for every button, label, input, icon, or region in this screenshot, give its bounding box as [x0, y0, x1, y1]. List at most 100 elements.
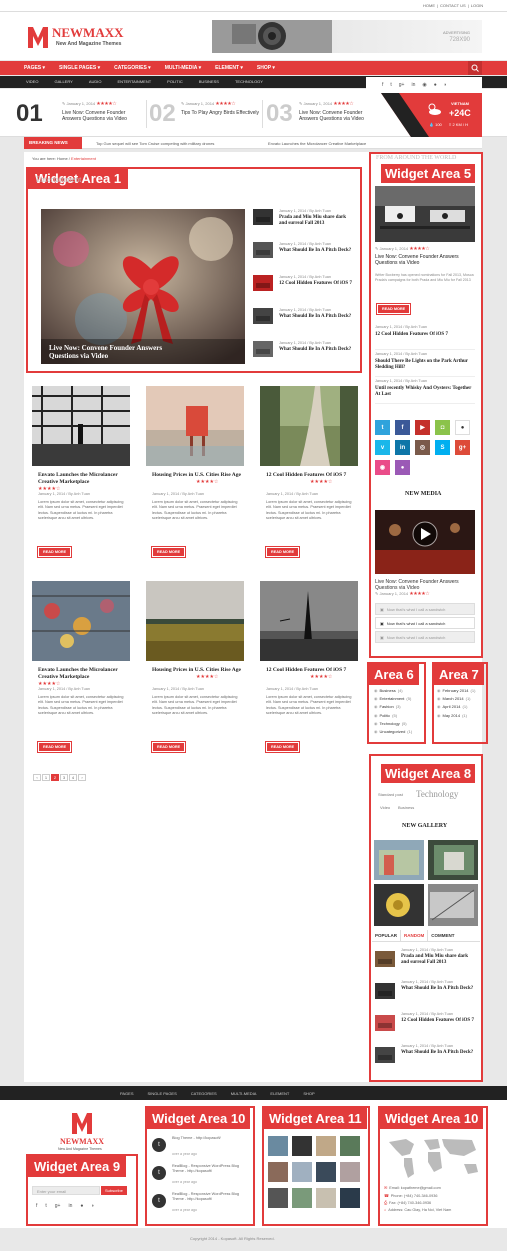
list-thumb[interactable] — [375, 1015, 395, 1031]
list-thumb[interactable] — [253, 275, 273, 291]
page-4[interactable]: 4 — [69, 774, 77, 781]
header-ad[interactable]: ADVERTISING 728X90 — [212, 20, 482, 53]
subnav-video[interactable]: VIDEO — [26, 79, 38, 84]
post-title[interactable]: Envato Launches the Microlancer Creative… — [38, 667, 130, 680]
newsletter-input[interactable]: Enter your email — [32, 1186, 100, 1195]
top-link-home[interactable]: HOME — [423, 3, 435, 8]
skype-icon[interactable]: S — [435, 440, 450, 455]
flickr-icon[interactable]: ● — [434, 82, 437, 88]
nav-search-button[interactable] — [468, 61, 482, 75]
list-item[interactable]: January 1, 2014 / By Anh Tuan Prada and M… — [253, 209, 357, 239]
list-item[interactable]: January 1, 2014 / By Anh Tuan What Should… — [253, 308, 357, 338]
vimeo-icon[interactable]: v — [375, 440, 390, 455]
post-image[interactable] — [146, 386, 244, 466]
top-link-contact[interactable]: CONTACT US — [440, 3, 466, 8]
read-more-button[interactable]: READ MORE — [150, 546, 187, 558]
list-thumb[interactable] — [253, 308, 273, 324]
read-more-button[interactable]: READ MORE — [150, 741, 187, 753]
footer-nav-element[interactable]: ELEMENT — [270, 1091, 289, 1096]
page-2[interactable]: 2 — [51, 774, 59, 781]
read-more-button[interactable]: READ MORE — [264, 741, 301, 753]
list-item-title[interactable]: What Should Be In A Pitch Deck? — [279, 248, 355, 254]
nav-shop[interactable]: SHOP ▾ — [257, 65, 275, 71]
tag-standard-post[interactable]: Standard post — [378, 792, 403, 797]
post-image[interactable] — [260, 386, 358, 466]
twitter-icon[interactable]: t — [152, 1138, 166, 1152]
sidebar5-image[interactable] — [375, 186, 475, 242]
category-item[interactable]: ◉ Fashion (3) — [374, 704, 424, 709]
playlist-item[interactable]: ▣ Now that's what I call a sandwich — [375, 617, 475, 629]
read-more-button[interactable]: READ MORE — [36, 741, 73, 753]
list-item[interactable]: January 1, 2014 / By Anh Tuan 12 Cool Hid… — [375, 325, 475, 350]
list-item[interactable]: January 1, 2014 / By Anh Tuan What Should… — [253, 341, 357, 371]
subnav-technology[interactable]: TECHNOLOGY — [235, 79, 263, 84]
list-item[interactable]: January 1, 2014 / By Anh Tuan Prada and M… — [375, 948, 479, 978]
breadcrumb-home[interactable]: Home — [57, 156, 68, 161]
rss-icon[interactable]: ◗ — [444, 82, 447, 88]
nav-multi-media[interactable]: MULTI-MEDIA ▾ — [165, 65, 201, 71]
googleplus-icon[interactable]: g+ — [399, 82, 405, 88]
logo[interactable] — [26, 24, 50, 50]
list-thumb[interactable] — [253, 242, 273, 258]
post-image[interactable] — [146, 581, 244, 661]
list-thumb[interactable] — [375, 951, 395, 967]
read-more-button[interactable]: READ MORE — [36, 546, 73, 558]
category-item[interactable]: ◉ Business (4) — [374, 688, 424, 693]
archive-item[interactable]: ◉ February 2014 (1) — [437, 688, 487, 693]
list-thumb[interactable] — [253, 341, 273, 357]
sidebar5-title[interactable]: Live Now: Convene Founder Answers Questi… — [375, 254, 475, 266]
tab-popular[interactable]: POPULAR — [372, 930, 400, 941]
category-item[interactable]: ◉ Technology (5) — [374, 721, 424, 726]
post-title[interactable]: 12 Cool Hidden Features Of iOS 7 — [266, 667, 358, 674]
subnav-entertainment[interactable]: ENTERTAINMENT — [118, 79, 152, 84]
instagram-icon[interactable]: ◎ — [415, 440, 430, 455]
archive-item[interactable]: ◉ March 2014 (1) — [437, 696, 487, 701]
twitter-icon[interactable]: t — [390, 82, 391, 88]
tab-comment[interactable]: COMMENT — [428, 930, 457, 941]
subscribe-button[interactable]: Subscribe — [101, 1186, 127, 1195]
entertainment-main-title[interactable]: Live Now: Convene Founder Answers Questi… — [49, 344, 169, 360]
linkedin-icon[interactable]: in — [411, 82, 415, 88]
facebook-icon[interactable]: f — [395, 420, 410, 435]
playlist-item[interactable]: ▣ Now that's what I call a sandwich — [375, 603, 475, 615]
media-player[interactable] — [375, 510, 475, 574]
googleplus-icon[interactable]: g+ — [55, 1203, 61, 1209]
post-image[interactable] — [32, 386, 130, 466]
subnav-business[interactable]: BUSINESS — [199, 79, 219, 84]
nav-pages[interactable]: PAGES ▾ — [24, 65, 45, 71]
facebook-icon[interactable]: f — [36, 1203, 37, 1209]
subnav-politic[interactable]: POLITIC — [167, 79, 183, 84]
android-icon[interactable]: ◘ — [435, 420, 450, 435]
page-1[interactable]: 1 — [42, 774, 50, 781]
footer-nav-shop[interactable]: SHOP — [303, 1091, 314, 1096]
list-item[interactable]: January 1, 2014 / By Anh Tuan What Should… — [253, 242, 357, 272]
googleplus-icon[interactable]: g+ — [455, 440, 470, 455]
flickr-icon[interactable]: ● — [395, 460, 410, 475]
footer-nav-single[interactable]: SINGLE PAGES — [148, 1091, 177, 1096]
twitter-icon[interactable]: t — [375, 420, 390, 435]
playlist-item[interactable]: ▣ Now that's what I call a sandwich — [375, 631, 475, 643]
top-link-login[interactable]: LOGIN — [471, 3, 483, 8]
twitter-icon[interactable]: t — [152, 1166, 166, 1180]
breaking-item-2[interactable]: Envato Launches the Microlancer Creative… — [268, 141, 366, 146]
list-item[interactable]: January 1, 2014 / By Anh Tuan 12 Cool Hid… — [375, 1012, 479, 1042]
list-item-title[interactable]: What Should Be In A Pitch Deck? — [279, 314, 355, 320]
list-item[interactable]: January 1, 2014 / By Anh Tuan What Should… — [375, 980, 479, 1010]
featured-item-2[interactable]: 02 ✎ January 1, 2014 ★★★★☆ Tips To Play … — [146, 100, 262, 128]
list-item-title[interactable]: 12 Cool Hidden Features Of iOS 7 — [279, 281, 355, 287]
archive-item[interactable]: ◉ May 2014 (1) — [437, 713, 487, 718]
list-thumb[interactable] — [375, 1047, 395, 1063]
dribbble-icon[interactable]: ◉ — [375, 460, 390, 475]
nav-single-pages[interactable]: SINGLE PAGES ▾ — [59, 65, 100, 71]
twitter-icon[interactable]: t — [152, 1194, 166, 1208]
tag-video[interactable]: Video — [380, 805, 390, 810]
facebook-icon[interactable]: f — [382, 82, 383, 88]
post-title[interactable]: Envato Launches the Microlancer Creative… — [38, 472, 130, 485]
featured-item-3[interactable]: 03 ✎ January 1, 2014 ★★★★☆ Live Now: Con… — [262, 100, 380, 128]
list-thumb[interactable] — [253, 209, 273, 225]
list-item[interactable]: January 1, 2014 / By Anh Tuan 12 Cool Hid… — [253, 275, 357, 305]
nav-categories[interactable]: CATEGORIES ▾ — [114, 65, 151, 71]
list-item[interactable]: January 1, 2014 / By Anh Tuan Until recen… — [375, 379, 475, 404]
entertainment-main-image[interactable]: Live Now: Convene Founder Answers Questi… — [41, 209, 245, 364]
sidebar5-read-more[interactable]: READ MORE — [375, 303, 412, 315]
